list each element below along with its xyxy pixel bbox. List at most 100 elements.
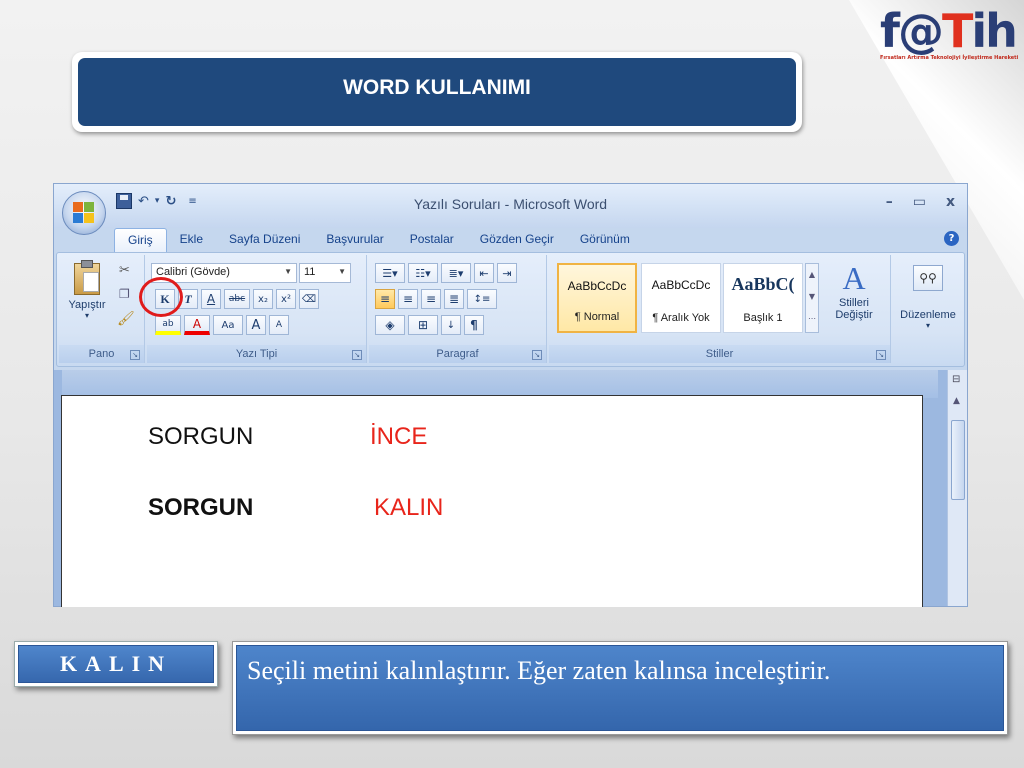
style-name: Başlık 1 [743,312,783,324]
strikethrough-button[interactable]: abc [224,289,250,309]
editing-dropdown-icon: ▾ [925,321,930,330]
clipboard-dialog-launcher[interactable]: ↘ [130,350,140,360]
redo-icon[interactable]: ↻ [165,194,176,209]
decrease-indent-icon[interactable]: ⇤ [474,263,494,283]
tab-gorunum[interactable]: Görünüm [567,228,643,252]
tab-gozden-gecir[interactable]: Gözden Geçir [467,228,567,252]
font-dialog-launcher[interactable]: ↘ [352,350,362,360]
doc-text-normal[interactable]: SORGUN [148,423,253,451]
fatih-logo: f@Tih Fırsatları Artırma Teknolojiyi İyi… [880,8,1019,64]
group-styles: AaBbCcDc ¶ Normal AaBbCcDc ¶ Aralık Yok … [549,255,891,363]
vertical-scrollbar[interactable]: ⊟ ▲ [947,370,967,606]
slide: f@Tih Fırsatları Artırma Teknolojiyi İyi… [0,0,1024,768]
borders-icon[interactable]: ⊞ [408,315,438,335]
change-styles-label-1: Stilleri [839,297,869,309]
style-heading-1[interactable]: AaBbC( Başlık 1 [723,263,803,333]
document-top-shadow [62,370,938,398]
doc-label-thin[interactable]: İNCE [370,423,427,451]
description-text: Seçili metini kalınlaştırır. Eğer zaten … [247,656,831,685]
font-color-icon[interactable]: A [184,315,210,335]
change-styles-button[interactable]: A Stilleri Değiştir [823,259,885,343]
paragraph-dialog-launcher[interactable]: ↘ [532,350,542,360]
paste-icon [74,260,100,295]
chevron-down-icon: ▼ [338,267,346,276]
increase-indent-icon[interactable]: ⇥ [497,263,517,283]
group-paragraph: ☰▾ ☷▾ ≣▾ ⇤ ⇥ ≡ ≡ ≡ ≣ ↕≡ ◈ ⊞ ↓ ¶ Paragraf… [369,255,547,363]
office-button[interactable] [62,191,106,235]
logo-tagline: Fırsatları Artırma Teknolojiyi İyileştir… [880,55,1019,61]
undo-icon[interactable]: ↶ [138,194,149,209]
show-formatting-button[interactable]: ¶ [464,315,484,335]
scroll-up-icon[interactable]: ▲ [953,396,960,406]
align-right-icon[interactable]: ≡ [421,289,441,309]
group-clipboard: Yapıştır ▾ ✂ ❐ 🖌 Pano ↘ [59,255,145,363]
style-sample: AaBbCcDc [651,278,711,292]
style-name: ¶ Aralık Yok [652,312,710,324]
save-icon[interactable] [116,193,132,209]
highlight-color-icon[interactable]: ab [155,315,181,335]
styles-scroll[interactable]: ▲ ▼ ⋯ [805,263,819,333]
cut-icon[interactable]: ✂ [119,263,130,278]
style-sample: AaBbC( [731,274,795,294]
customize-toolbar-icon[interactable]: ≡ [188,196,196,207]
copy-icon[interactable]: ❐ [119,287,130,301]
font-size-dropdown[interactable]: 11 ▼ [299,263,351,283]
ribbon-tabs: Giriş Ekle Sayfa Düzeni Başvurular Posta… [114,228,643,252]
doc-text-bold[interactable]: SORGUN [148,494,253,522]
font-color-row: ab A Aa A A [155,315,292,335]
help-icon[interactable]: ? [944,231,959,246]
tab-basvurular[interactable]: Başvurular [313,228,396,252]
binoculars-icon: ⚲⚲ [913,265,943,291]
style-sample: AaBbCcDc [567,279,627,293]
format-painter-icon[interactable]: 🖌 [117,311,135,327]
maximize-button[interactable]: ▭ [913,194,926,210]
numbering-icon[interactable]: ☷▾ [408,263,438,283]
tab-ekle[interactable]: Ekle [167,228,216,252]
quick-access-toolbar: ↶ ▾ ↻ ≡ [116,193,197,209]
grow-font-button[interactable]: A [246,315,266,335]
minimize-button[interactable]: – [886,194,893,210]
shrink-font-button[interactable]: A [269,315,289,335]
font-name-value: Calibri (Gövde) [156,266,230,278]
ruler-toggle-icon[interactable]: ⊟ [952,374,960,385]
align-left-icon[interactable]: ≡ [375,289,395,309]
group-label-paragraph: Paragraf [369,345,546,363]
close-button[interactable]: x [946,194,955,210]
align-center-icon[interactable]: ≡ [398,289,418,309]
underline-button[interactable]: A [201,289,221,309]
window-controls: – ▭ x [886,194,955,210]
styles-dialog-launcher[interactable]: ↘ [876,350,886,360]
subscript-button[interactable]: x₂ [253,289,273,309]
group-label-styles: Stiller [549,345,890,363]
superscript-button[interactable]: x² [276,289,296,309]
group-font: Calibri (Gövde) ▼ 11 ▼ K T A abc x₂ x² ⌫ a… [147,255,367,363]
change-styles-icon: A [842,260,866,296]
scroll-thumb[interactable] [951,420,965,500]
change-styles-label-2: Değiştir [835,309,873,321]
paste-button[interactable]: Yapıştır ▾ [65,259,109,339]
doc-label-bold[interactable]: KALIN [374,494,443,522]
paste-label: Yapıştır [68,299,106,311]
title-banner-inner: WORD KULLANIMI [78,58,796,126]
change-case-button[interactable]: Aa [213,315,243,335]
line-spacing-icon[interactable]: ↕≡ [467,289,497,309]
style-normal[interactable]: AaBbCcDc ¶ Normal [557,263,637,333]
tab-giris[interactable]: Giriş [114,228,167,252]
title-bar: Yazılı Soruları - Microsoft Word ↶ ▾ ↻ ≡… [54,184,967,228]
style-no-spacing[interactable]: AaBbCcDc ¶ Aralık Yok [641,263,721,333]
document-page[interactable]: SORGUN İNCE SORGUN KALIN [61,395,923,607]
shading-icon[interactable]: ◈ [375,315,405,335]
multilevel-list-icon[interactable]: ≣▾ [441,263,471,283]
tab-postalar[interactable]: Postalar [397,228,467,252]
bullets-icon[interactable]: ☰▾ [375,263,405,283]
bold-highlight-circle [139,277,183,317]
undo-dropdown-icon[interactable]: ▾ [155,196,160,206]
clear-formatting-icon[interactable]: ⌫ [299,289,319,309]
logo-part-2: T [942,4,973,58]
editing-button[interactable]: ⚲⚲ Düzenleme ▾ [895,259,961,343]
tab-sayfa-duzeni[interactable]: Sayfa Düzeni [216,228,313,252]
ribbon: Yapıştır ▾ ✂ ❐ 🖌 Pano ↘ Calibri (Gövde) ▼… [56,252,965,367]
shading-row: ◈ ⊞ ↓ ¶ [375,315,487,335]
justify-icon[interactable]: ≣ [444,289,464,309]
sort-icon[interactable]: ↓ [441,315,461,335]
